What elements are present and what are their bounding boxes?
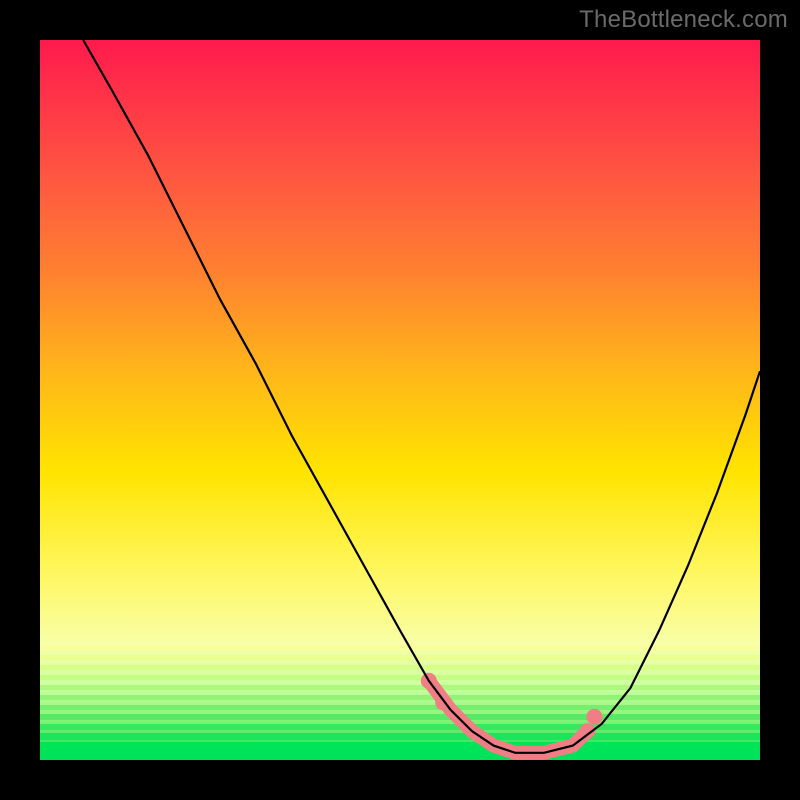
- curve-svg: [40, 40, 760, 760]
- bottleneck-curve-path: [83, 40, 760, 753]
- highlight-dot: [586, 709, 602, 725]
- highlight-path: [429, 681, 587, 753]
- watermark-text: TheBottleneck.com: [579, 6, 788, 34]
- chart-frame: TheBottleneck.com: [0, 0, 800, 800]
- plot-area: [40, 40, 760, 760]
